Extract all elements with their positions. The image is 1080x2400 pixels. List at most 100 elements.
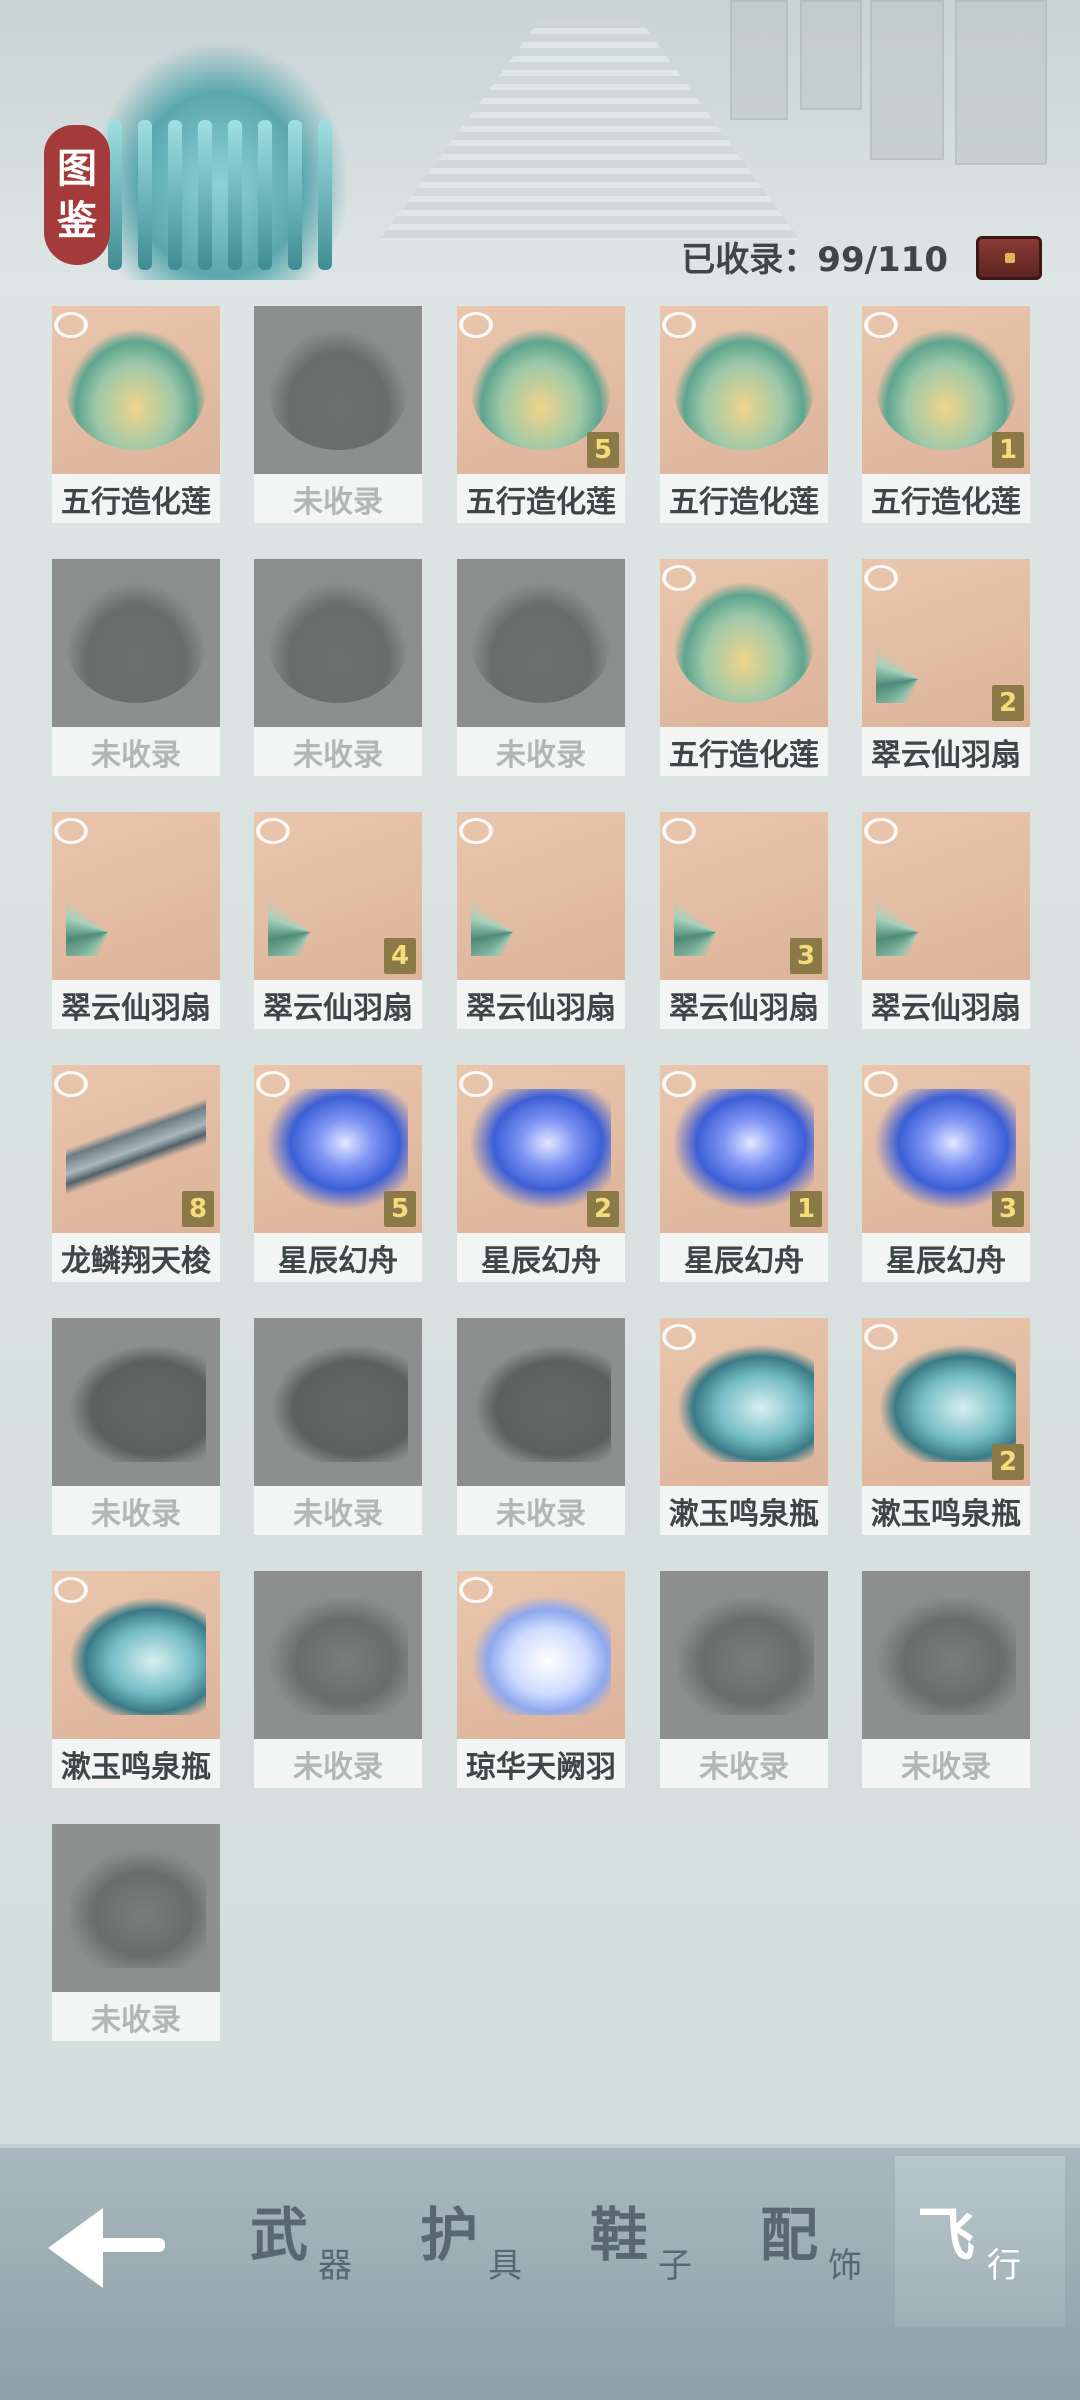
collection-item[interactable]: 3 翠云仙羽扇 <box>660 812 828 1029</box>
collection-item[interactable]: 2 漱玉鸣泉瓶 <box>862 1318 1030 1535</box>
feather-art-icon <box>66 1848 206 1968</box>
collection-item[interactable]: 未收录 <box>52 559 220 776</box>
item-thumbnail <box>660 1318 828 1486</box>
item-label: 未收录 <box>52 727 220 776</box>
collection-item[interactable]: 未收录 <box>254 306 422 523</box>
item-label: 五行造化莲 <box>862 474 1030 523</box>
collection-item[interactable]: 4 翠云仙羽扇 <box>254 812 422 1029</box>
collection-item[interactable]: 2 翠云仙羽扇 <box>862 559 1030 776</box>
nav-tab-small-char: 饰 <box>828 2246 862 2286</box>
item-thumbnail <box>457 1571 625 1739</box>
item-count-badge: 3 <box>992 1191 1024 1227</box>
item-thumbnail: 4 <box>254 812 422 980</box>
nav-tab[interactable]: 配饰 <box>750 2188 910 2318</box>
nav-tab[interactable]: 飞行 <box>895 2156 1065 2326</box>
collection-item[interactable]: 未收录 <box>660 1571 828 1788</box>
nav-tab[interactable]: 护具 <box>410 2188 570 2318</box>
collection-item[interactable]: 漱玉鸣泉瓶 <box>660 1318 828 1535</box>
nav-tab[interactable]: 鞋子 <box>580 2188 740 2318</box>
fan-art-icon <box>471 836 611 956</box>
item-thumbnail: 2 <box>862 1318 1030 1486</box>
owned-emblem-icon <box>662 818 696 844</box>
item-label: 星辰幻舟 <box>862 1233 1030 1282</box>
item-thumbnail <box>254 306 422 474</box>
nav-tab-big-char: 鞋 <box>590 2201 649 2269</box>
collection-item[interactable]: 3 星辰幻舟 <box>862 1065 1030 1282</box>
item-label: 漱玉鸣泉瓶 <box>52 1739 220 1788</box>
feather-art-icon <box>674 1595 814 1715</box>
collection-item[interactable]: 翠云仙羽扇 <box>862 812 1030 1029</box>
hanging-scroll-decoration <box>800 0 862 110</box>
item-count-badge: 3 <box>790 938 822 974</box>
nav-tab[interactable]: 武器 <box>240 2188 400 2318</box>
owned-emblem-icon <box>662 565 696 591</box>
lotus-art-icon <box>66 330 206 450</box>
owned-emblem-icon <box>256 1071 290 1097</box>
collection-item[interactable]: 未收录 <box>254 1571 422 1788</box>
item-thumbnail: 8 <box>52 1065 220 1233</box>
collection-item[interactable]: 未收录 <box>457 1318 625 1535</box>
item-count-badge: 8 <box>182 1191 214 1227</box>
item-thumbnail <box>52 1824 220 1992</box>
item-thumbnail <box>52 1318 220 1486</box>
collection-item[interactable]: 翠云仙羽扇 <box>457 812 625 1029</box>
item-label: 琼华天阙羽 <box>457 1739 625 1788</box>
item-thumbnail <box>52 306 220 474</box>
item-count-badge: 2 <box>992 1444 1024 1480</box>
collection-item[interactable]: 5 星辰幻舟 <box>254 1065 422 1282</box>
item-label: 翠云仙羽扇 <box>254 980 422 1029</box>
collection-item[interactable]: 五行造化莲 <box>660 306 828 523</box>
hanging-scroll-decoration <box>730 0 788 120</box>
collection-item[interactable]: 未收录 <box>862 1571 1030 1788</box>
owned-emblem-icon <box>864 818 898 844</box>
item-thumbnail <box>254 1318 422 1486</box>
collection-item[interactable]: 五行造化莲 <box>660 559 828 776</box>
item-thumbnail <box>862 812 1030 980</box>
collection-item[interactable]: 未收录 <box>457 559 625 776</box>
collection-item[interactable]: 1 五行造化莲 <box>862 306 1030 523</box>
item-label: 未收录 <box>457 1486 625 1535</box>
collection-item[interactable]: 五行造化莲 <box>52 306 220 523</box>
item-label: 五行造化莲 <box>660 727 828 776</box>
owned-emblem-icon <box>256 818 290 844</box>
collection-item[interactable]: 翠云仙羽扇 <box>52 812 220 1029</box>
item-thumbnail <box>254 559 422 727</box>
collection-item[interactable]: 1 星辰幻舟 <box>660 1065 828 1282</box>
collection-item[interactable]: 8 龙鳞翔天梭 <box>52 1065 220 1282</box>
chest-icon[interactable] <box>976 236 1042 280</box>
item-count-badge: 4 <box>384 938 416 974</box>
collection-item[interactable]: 漱玉鸣泉瓶 <box>52 1571 220 1788</box>
item-label: 未收录 <box>862 1739 1030 1788</box>
collected-label: 已收录： <box>681 240 818 280</box>
item-count-badge: 2 <box>992 685 1024 721</box>
item-thumbnail <box>457 559 625 727</box>
item-label: 翠云仙羽扇 <box>862 727 1030 776</box>
collection-item[interactable]: 5 五行造化莲 <box>457 306 625 523</box>
lotus-art-icon <box>674 330 814 450</box>
owned-emblem-icon <box>459 818 493 844</box>
nav-tab-big-char: 武 <box>250 2201 309 2269</box>
item-label: 漱玉鸣泉瓶 <box>862 1486 1030 1535</box>
lotus-art-icon <box>471 583 611 703</box>
back-button[interactable] <box>48 2203 168 2293</box>
item-thumbnail <box>660 559 828 727</box>
collection-item[interactable]: 未收录 <box>254 559 422 776</box>
collection-item[interactable]: 未收录 <box>52 1318 220 1535</box>
collection-item[interactable]: 未收录 <box>254 1318 422 1535</box>
nav-tab-small-char: 行 <box>987 2246 1021 2286</box>
collection-item[interactable]: 琼华天阙羽 <box>457 1571 625 1788</box>
item-label: 翠云仙羽扇 <box>457 980 625 1029</box>
item-thumbnail: 1 <box>862 306 1030 474</box>
bottle-art-icon <box>268 1342 408 1462</box>
owned-emblem-icon <box>662 1324 696 1350</box>
item-count-badge: 1 <box>790 1191 822 1227</box>
owned-emblem-icon <box>662 312 696 338</box>
bottom-nav: 武器护具鞋子配饰飞行 <box>0 2144 1080 2400</box>
nav-tab-small-char: 子 <box>658 2246 692 2286</box>
item-label: 龙鳞翔天梭 <box>52 1233 220 1282</box>
collection-item[interactable]: 未收录 <box>52 1824 220 2041</box>
item-label: 星辰幻舟 <box>254 1233 422 1282</box>
item-thumbnail: 3 <box>862 1065 1030 1233</box>
item-label: 未收录 <box>457 727 625 776</box>
collection-item[interactable]: 2 星辰幻舟 <box>457 1065 625 1282</box>
